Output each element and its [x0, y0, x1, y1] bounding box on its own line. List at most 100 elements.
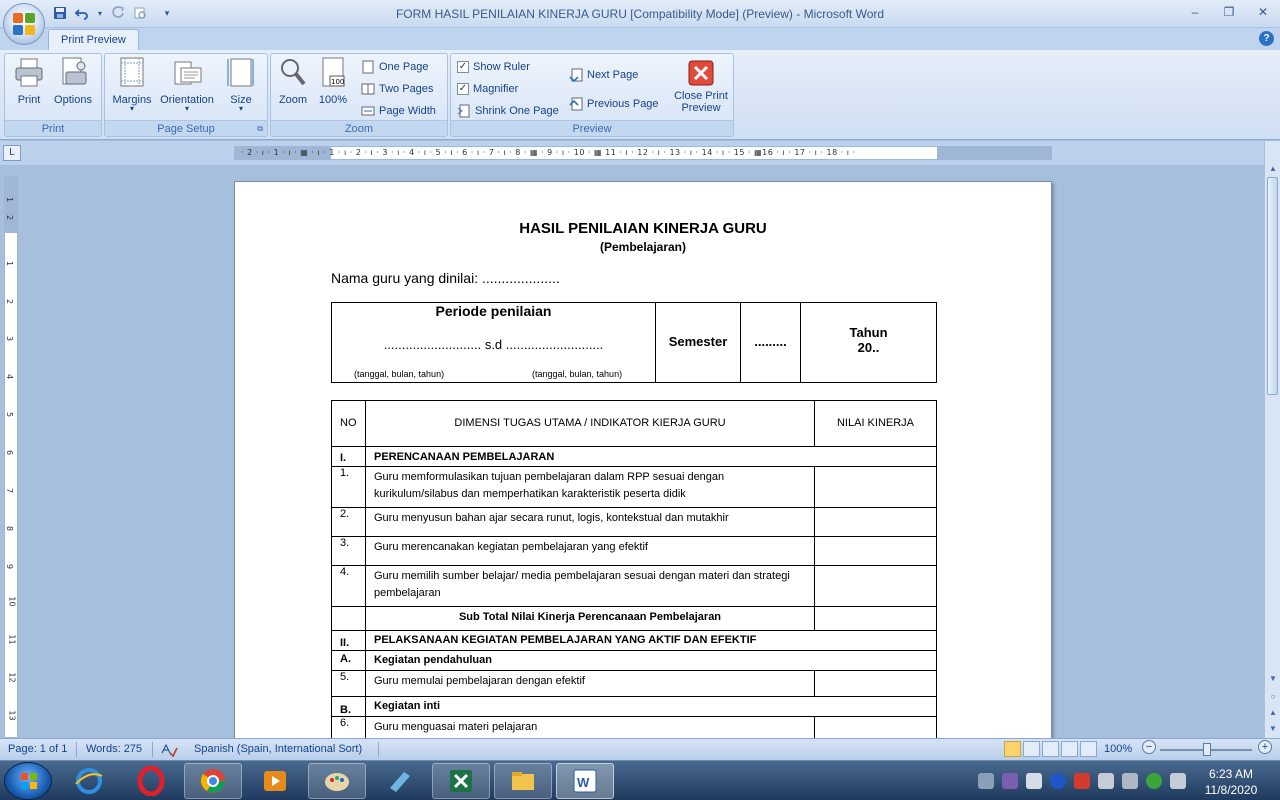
options-label: Options: [54, 94, 92, 106]
notes-app-icon[interactable]: [370, 763, 428, 799]
next-page-button[interactable]: Next Page: [569, 66, 638, 84]
one-page-button[interactable]: One Page: [361, 58, 429, 76]
media-player-icon[interactable]: [246, 763, 304, 799]
size-icon: [225, 56, 257, 90]
show-ruler-checkbox[interactable]: ✓ Show Ruler: [457, 58, 530, 76]
page-width-button[interactable]: Page Width: [361, 102, 436, 120]
magnifier-checkbox[interactable]: ✓ Magnifier: [457, 80, 518, 98]
vruler-num: 1: [5, 196, 15, 203]
excel-icon[interactable]: [432, 763, 490, 799]
full-screen-reading-view-icon[interactable]: [1023, 741, 1040, 757]
tray-app-icon[interactable]: [978, 773, 994, 789]
help-icon[interactable]: ?: [1259, 31, 1274, 46]
row-no: 1.: [340, 467, 350, 479]
system-clock[interactable]: 6:23 AM 11/8/2020: [1196, 766, 1266, 798]
close-button[interactable]: ✕: [1246, 0, 1280, 24]
shrink-one-page-button[interactable]: Shrink One Page: [457, 102, 559, 120]
tray-signal-icon[interactable]: [1122, 773, 1138, 789]
document-area[interactable]: HASIL PENILAIAN KINERJA GURU (Pembelajar…: [22, 165, 1264, 738]
zoom-100-button[interactable]: 100 100%: [315, 56, 351, 106]
zoom-100-icon: 100: [317, 56, 349, 90]
tray-bluetooth-icon[interactable]: [1050, 773, 1066, 789]
file-explorer-icon[interactable]: [494, 763, 552, 799]
tray-volume-icon[interactable]: [1170, 773, 1186, 789]
page-setup-label-text: Page Setup: [157, 123, 215, 135]
word-count[interactable]: Words: 275: [86, 743, 142, 755]
scrollbar-thumb[interactable]: [1267, 177, 1278, 395]
zoom-out-icon[interactable]: −: [1142, 740, 1156, 754]
tray-flag-icon[interactable]: [1026, 773, 1042, 789]
draft-view-icon[interactable]: [1080, 741, 1097, 757]
word-icon[interactable]: W: [556, 763, 614, 799]
margins-dropdown-icon: ▾: [129, 104, 134, 113]
table-header-row: NO DIMENSI TUGAS UTAMA / INDIKATOR KIERJ…: [331, 400, 937, 446]
tab-selector-button[interactable]: L: [3, 145, 21, 161]
tray-antivirus-icon[interactable]: [1146, 773, 1162, 789]
orientation-icon: [171, 56, 203, 90]
tray-power-icon[interactable]: [1098, 773, 1114, 789]
print-layout-view-icon[interactable]: [1004, 741, 1021, 757]
zoom-button[interactable]: Zoom: [275, 56, 311, 106]
row-value-cell[interactable]: [814, 607, 936, 630]
zoom-group-label: Zoom: [271, 120, 447, 136]
orientation-button[interactable]: Orientation ▾: [157, 56, 217, 113]
two-pages-button[interactable]: Two Pages: [361, 80, 433, 98]
row-value-cell[interactable]: [814, 717, 936, 738]
scroll-up-arrow-icon[interactable]: ▲: [1267, 163, 1279, 175]
row-value-cell[interactable]: [814, 566, 936, 606]
page-count[interactable]: Page: 1 of 1: [8, 743, 67, 755]
vruler-num: 3: [5, 335, 15, 342]
paint-icon[interactable]: [308, 763, 366, 799]
tray-error-icon[interactable]: [1074, 773, 1090, 789]
next-object-icon[interactable]: ▼: [1267, 723, 1279, 735]
row-value-cell[interactable]: [814, 671, 936, 696]
print-button[interactable]: Print: [11, 56, 47, 106]
proofing-icon[interactable]: [160, 743, 178, 760]
windows-logo-icon: [21, 773, 37, 789]
web-layout-view-icon[interactable]: [1042, 741, 1059, 757]
page-width-icon: [361, 104, 375, 118]
row-text: Guru menguasai materi pelajaran: [365, 717, 814, 738]
close-print-label-line1: Close Print: [674, 90, 728, 102]
tray-app-icon[interactable]: [1002, 773, 1018, 789]
previous-page-label: Previous Page: [587, 98, 659, 110]
opera-icon[interactable]: [122, 763, 180, 799]
internet-explorer-icon[interactable]: [60, 763, 118, 799]
vruler-num: 2: [5, 298, 15, 305]
restore-button[interactable]: ❐: [1212, 0, 1246, 24]
office-button[interactable]: [3, 3, 45, 45]
vertical-scrollbar[interactable]: ▲ ▼ ○ ▲ ▼: [1264, 141, 1280, 738]
page-setup-launcher-icon[interactable]: ⧉: [257, 121, 263, 137]
document-page[interactable]: HASIL PENILAIAN KINERJA GURU (Pembelajar…: [234, 181, 1052, 738]
size-dropdown-icon: ▾: [238, 104, 243, 113]
vruler-num: 5: [5, 411, 15, 418]
row-value-cell[interactable]: [814, 467, 936, 507]
vertical-ruler[interactable]: 1 2 1 2 3 4 5 6 7 8 9 10 11 12 13: [4, 176, 18, 738]
zoom-in-icon[interactable]: +: [1258, 740, 1272, 754]
language-indicator[interactable]: Spanish (Spain, International Sort): [194, 743, 362, 755]
close-print-preview-button[interactable]: Close Print Preview: [671, 60, 731, 114]
zoom-slider-thumb[interactable]: [1203, 743, 1211, 756]
chrome-icon[interactable]: [184, 763, 242, 799]
scroll-down-arrow-icon[interactable]: ▼: [1267, 673, 1279, 685]
zoom-level[interactable]: 100%: [1104, 743, 1132, 755]
minimize-button[interactable]: –: [1178, 0, 1212, 24]
row-value-cell[interactable]: [814, 508, 936, 536]
select-browse-object-icon[interactable]: ○: [1267, 691, 1279, 703]
printer-icon: [13, 56, 45, 90]
row-value-cell[interactable]: [814, 537, 936, 565]
horizontal-ruler[interactable]: · 2 · ı · 1 · ı · ▦ · ı · 1 · ı · 2 · ı …: [234, 146, 1052, 160]
tahun-value: 20..: [857, 340, 880, 355]
periode-hint-to: (tanggal, bulan, tahun): [532, 369, 623, 379]
start-button[interactable]: [4, 762, 52, 800]
window-controls: – ❐ ✕: [1178, 0, 1280, 24]
margins-button[interactable]: Margins ▾: [109, 56, 155, 113]
previous-object-icon[interactable]: ▲: [1267, 707, 1279, 719]
outline-view-icon[interactable]: [1061, 741, 1078, 757]
tab-print-preview[interactable]: Print Preview: [48, 29, 139, 51]
row-text: Kegiatan pendahuluan: [365, 651, 936, 670]
previous-page-button[interactable]: Previous Page: [569, 95, 659, 113]
options-button[interactable]: Options: [51, 56, 95, 106]
size-button[interactable]: Size ▾: [223, 56, 259, 113]
taskbar: W 6:23 AM 11/8/2020: [0, 760, 1280, 800]
